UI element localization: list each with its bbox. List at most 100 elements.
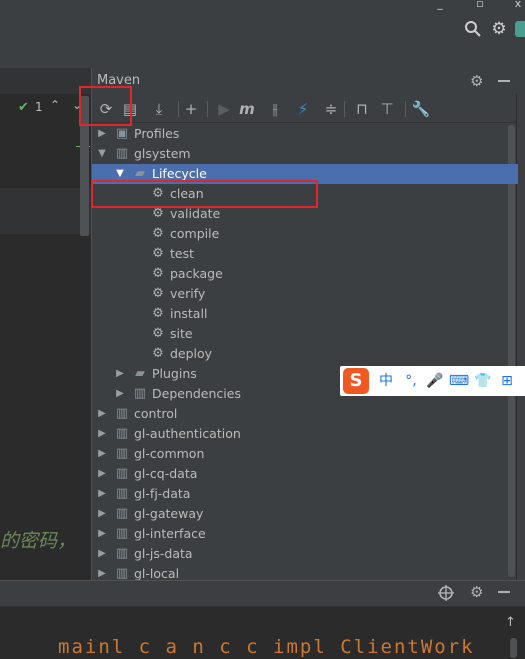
tree-row-label: Profiles: [134, 126, 180, 141]
settings-wrench-icon[interactable]: 🔧: [410, 98, 432, 120]
gear-icon: ⚙: [152, 346, 164, 361]
tree-row-label: deploy: [170, 346, 213, 361]
bottom-scrollbar[interactable]: [510, 638, 517, 658]
chevron-right-icon[interactable]: ▶: [114, 364, 126, 384]
chevron-right-icon[interactable]: ▶: [96, 544, 108, 564]
tree-row-install[interactable]: ⚙ install: [92, 304, 506, 324]
maximize-icon[interactable]: ▫: [470, 0, 490, 14]
target-icon[interactable]: [437, 584, 455, 602]
gear-icon: ⚙: [152, 246, 164, 261]
gear-icon: ⚙: [152, 226, 164, 241]
toggle-offline-icon[interactable]: ⫲: [264, 98, 286, 120]
chevron-right-icon[interactable]: ▶: [96, 504, 108, 524]
collapse-all-icon[interactable]: ≑: [320, 98, 342, 120]
close-icon[interactable]: x: [508, 0, 525, 14]
skip-tests-icon[interactable]: ⚡: [292, 98, 314, 120]
editor-highlight-band: [0, 188, 92, 234]
download-icon[interactable]: ⤓: [148, 98, 170, 120]
chevron-right-icon[interactable]: ▶: [96, 404, 108, 424]
punctuation-icon[interactable]: °,: [400, 366, 422, 396]
tree-scrollbar[interactable]: [508, 125, 515, 577]
tree-row-label: gl-js-data: [134, 546, 193, 561]
tree-row-label: glsystem: [134, 146, 191, 161]
folder-icon: ▰: [135, 366, 145, 381]
tree-row-label: Dependencies: [152, 386, 241, 401]
add-icon[interactable]: +: [180, 98, 202, 120]
dependencies-icon: ▥: [133, 386, 147, 401]
chevron-up-icon[interactable]: ⌃: [50, 98, 60, 112]
gear-icon: ⚙: [152, 326, 164, 341]
gear-icon[interactable]: ⚙: [489, 19, 509, 39]
bottom-hide-icon[interactable]: [497, 582, 515, 602]
code-line: mainl c a n c c impl ClientWork: [58, 636, 475, 658]
tree-row-label: site: [170, 326, 193, 341]
chinese-mode-icon[interactable]: 中: [375, 366, 397, 396]
code-editor[interactable]: [0, 68, 92, 580]
execute-goal-icon[interactable]: m: [236, 98, 258, 120]
sogou-logo-icon[interactable]: S: [343, 368, 369, 394]
jetbrains-icon[interactable]: [515, 21, 525, 37]
expand-all-icon[interactable]: ⊤: [376, 98, 398, 120]
show-dependencies-icon[interactable]: ⊓: [351, 98, 373, 120]
tree-row-gl-fj-data[interactable]: ▶ ▥ gl-fj-data: [92, 484, 506, 504]
chevron-right-icon[interactable]: ▶: [96, 424, 108, 444]
tree-row-label: control: [134, 406, 178, 421]
maven-module-icon: ▥: [115, 546, 129, 561]
hide-panel-icon[interactable]: [497, 71, 517, 91]
tree-row-site[interactable]: ⚙ site: [92, 324, 506, 344]
search-icon[interactable]: [464, 20, 482, 38]
tree-row-control[interactable]: ▶ ▥ control: [92, 404, 506, 424]
tree-row-label: gl-authentication: [134, 426, 241, 441]
tree-row-test[interactable]: ⚙ test: [92, 244, 506, 264]
profiles-icon: ▣: [115, 126, 129, 141]
maven-module-icon: ▥: [115, 406, 129, 421]
inspection-count: 1: [35, 100, 43, 114]
maven-module-icon: ▥: [115, 446, 129, 461]
tree-row-gl-gateway[interactable]: ▶ ▥ gl-gateway: [92, 504, 506, 524]
tree-row-profiles[interactable]: ▶ ▣ Profiles: [92, 124, 506, 144]
tree-row-label: gl-common: [134, 446, 205, 461]
toolbar-separator: [344, 101, 345, 117]
tree-row-label: gl-interface: [134, 526, 206, 541]
toolbar-separator: [207, 101, 208, 117]
tree-row-label: Plugins: [152, 366, 197, 381]
code-comment: 的密码，: [0, 530, 77, 552]
tree-row-gl-interface[interactable]: ▶ ▥ gl-interface: [92, 524, 506, 544]
tree-row-label: compile: [170, 226, 220, 241]
panel-gear-icon[interactable]: ⚙: [470, 71, 488, 91]
scroll-up-icon[interactable]: ↑: [505, 615, 516, 630]
tree-row-verify[interactable]: ⚙ verify: [92, 284, 506, 304]
chevron-right-icon[interactable]: ▶: [96, 464, 108, 484]
checkmark-icon[interactable]: ✔: [18, 100, 29, 115]
chevron-right-icon[interactable]: ▶: [96, 444, 108, 464]
tree-row-compile[interactable]: ⚙ compile: [92, 224, 506, 244]
tree-row-label: gl-cq-data: [134, 466, 198, 481]
chevron-right-icon[interactable]: ▶: [96, 484, 108, 504]
tree-row-package[interactable]: ⚙ package: [92, 264, 506, 284]
toolbar-separator: [405, 101, 406, 117]
chevron-right-icon[interactable]: ▶: [96, 124, 108, 144]
gear-icon: ⚙: [152, 306, 164, 321]
chevron-right-icon[interactable]: ▶: [96, 524, 108, 544]
run-icon[interactable]: ▶: [213, 98, 235, 120]
tree-row-gl-js-data[interactable]: ▶ ▥ gl-js-data: [92, 544, 506, 564]
bottom-gear-icon[interactable]: ⚙: [470, 582, 488, 602]
microphone-icon[interactable]: 🎤: [424, 366, 446, 396]
toolbox-icon[interactable]: ⊞: [496, 366, 518, 396]
minimize-icon[interactable]: _: [430, 0, 450, 14]
chevron-right-icon[interactable]: ▶: [114, 384, 126, 404]
tree-row-gl-authentication[interactable]: ▶ ▥ gl-authentication: [92, 424, 506, 444]
tree-row-label: verify: [170, 286, 206, 301]
chevron-down-icon[interactable]: ▼: [96, 144, 108, 164]
tree-row-gl-cq-data[interactable]: ▶ ▥ gl-cq-data: [92, 464, 506, 484]
tree-row-glsystem[interactable]: ▼ ▥ glsystem: [92, 144, 506, 164]
maven-module-icon: ▥: [115, 486, 129, 501]
annotation-box-clean: [91, 180, 318, 208]
tree-row-deploy[interactable]: ⚙ deploy: [92, 344, 506, 364]
tree-row-gl-common[interactable]: ▶ ▥ gl-common: [92, 444, 506, 464]
maven-module-icon: ▥: [115, 426, 129, 441]
annotation-box-reload: [79, 86, 132, 126]
keyboard-icon[interactable]: ⌨: [448, 366, 470, 396]
tree-row-label: gl-gateway: [134, 506, 204, 521]
skin-icon[interactable]: 👕: [472, 366, 494, 396]
